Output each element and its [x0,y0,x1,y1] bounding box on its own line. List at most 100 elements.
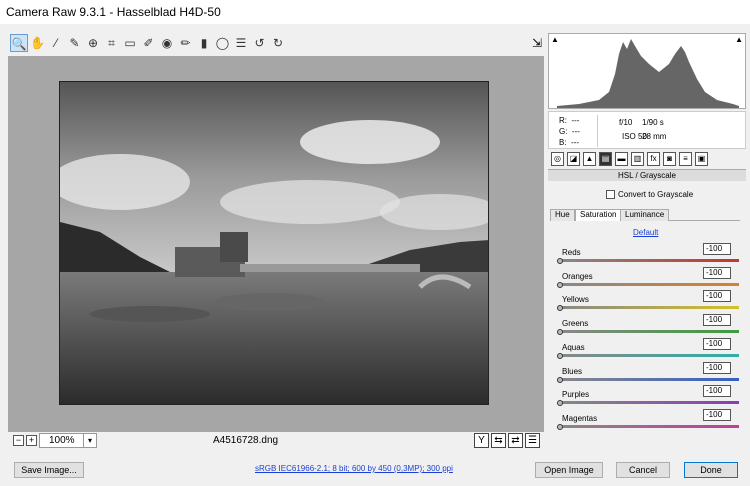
slider-value-input[interactable]: -100 [703,266,731,279]
tool-bar: 🔍 ✋ ⁄ ✎ ⊕ ⌗ ▭ ✐ ◉ ✏ ▮ ◯ ☰ ↺ ↻ ⇲ [8,33,544,55]
white-balance-icon[interactable]: ⁄ [47,34,65,52]
slider-value-input[interactable]: -100 [703,337,731,350]
fullscreen-icon[interactable]: ⇲ [528,34,546,52]
slider-value-input[interactable]: -100 [703,243,731,255]
slider-value-input[interactable]: -100 [703,361,731,374]
straighten-icon[interactable]: ▭ [121,34,139,52]
color-sampler-icon[interactable]: ✎ [66,34,84,52]
slider-track[interactable] [559,259,739,262]
tab-hue[interactable]: Hue [550,209,575,221]
histogram: ▲ ▲ [548,33,746,109]
crop-icon[interactable]: ⌗ [103,34,121,52]
slider-track[interactable] [559,401,739,405]
hand-icon[interactable]: ✋ [29,34,47,52]
r-label: R: [559,116,567,125]
zoom-icon[interactable]: 🔍 [10,34,28,52]
tab-saturation[interactable]: Saturation [575,209,622,221]
hsl-tab-icon[interactable]: ▤ [599,152,612,166]
split-toning-tab-icon[interactable]: ▬ [615,152,628,166]
slider-thumb[interactable] [557,329,563,336]
panel-tabs: ◎ ◪ ▲ ▤ ▬ ▥ fx ◙ ≡ ▣ [548,152,746,168]
workflow-options-link[interactable]: sRGB IEC61966-2.1; 8 bit; 600 by 450 (0,… [255,464,453,473]
slider-value-input[interactable]: -100 [703,408,731,421]
checkbox-box[interactable] [606,190,615,200]
file-name: A4516728.dng [213,435,279,446]
slider-value-input[interactable]: -100 [703,385,731,398]
camera-calibration-tab-icon[interactable]: ◙ [663,152,676,166]
toggle-settings-icon[interactable]: ⇆ [491,433,506,448]
aperture-value: f/10 [619,118,633,127]
bottom-bar: Save Image... sRGB IEC61966-2.1; 8 bit; … [0,455,750,486]
slider-track[interactable] [559,306,739,310]
b-label: B: [559,138,567,147]
slider-thumb[interactable] [557,376,563,383]
slider-thumb[interactable] [557,352,563,359]
g-value: --- [571,127,580,136]
info-divider [597,115,598,147]
slider-label: Magentas [562,413,598,423]
preview-status-bar: − + 100% ▾ A4516728.dng Y ⇆ ⇄ ☰ [8,432,544,450]
preview-prefs-icon[interactable]: ☰ [525,433,540,448]
photo-preview[interactable] [59,81,489,405]
tab-luminance[interactable]: Luminance [620,209,670,221]
slider-track[interactable] [559,424,739,428]
adjustment-brush-icon[interactable]: ✏ [177,34,195,52]
slider-thumb[interactable] [557,258,563,264]
slider-track[interactable] [559,282,739,286]
castle-landscape-image [60,82,488,404]
slider-thumb[interactable] [557,423,563,430]
chevron-down-icon[interactable]: ▾ [83,434,96,447]
slider-value-input[interactable]: -100 [703,314,731,327]
window-title: Camera Raw 9.3.1 - Hasselblad H4D-50 [6,5,221,19]
zoom-in-button[interactable]: + [26,435,37,446]
default-link[interactable]: Default [633,228,658,237]
zoom-level-select[interactable]: 100% ▾ [39,433,97,448]
slider-track[interactable] [559,377,739,381]
spot-removal-icon[interactable]: ✐ [140,34,158,52]
r-value: --- [571,116,580,125]
slider-label: Greens [562,319,589,329]
slider-label: Purples [562,390,590,400]
detail-tab-icon[interactable]: ▲ [583,152,596,166]
basic-tab-icon[interactable]: ◎ [551,152,564,166]
effects-tab-icon[interactable]: fx [647,152,660,166]
convert-to-grayscale-checkbox[interactable]: Convert to Grayscale [606,190,693,200]
slider-magentas[interactable]: Magentas -100 [557,408,741,438]
focal-length-value: 28 mm [642,132,667,141]
before-after-icon[interactable]: Y [474,433,489,448]
slider-track[interactable] [559,353,739,357]
cancel-button[interactable]: Cancel [616,462,670,478]
slider-track[interactable] [559,330,739,334]
slider-thumb[interactable] [557,305,563,312]
rotate-cw-icon[interactable]: ↻ [269,34,287,52]
save-image-button[interactable]: Save Image... [14,462,84,478]
histogram-graph [557,39,739,108]
title-bar: Camera Raw 9.3.1 - Hasselblad H4D-50 [0,0,750,24]
highlight-clipping-icon[interactable]: ▲ [735,35,743,44]
slider-label: Aquas [562,342,585,352]
red-eye-icon[interactable]: ◉ [158,34,176,52]
tone-curve-tab-icon[interactable]: ◪ [567,152,580,166]
rotate-ccw-icon[interactable]: ↺ [251,34,269,52]
lens-corrections-tab-icon[interactable]: ▥ [631,152,644,166]
presets-tab-icon[interactable]: ≡ [679,152,692,166]
slider-label: Blues [562,366,583,376]
slider-thumb[interactable] [557,400,563,407]
zoom-level-value: 100% [49,435,75,446]
panel-title: HSL / Grayscale [548,169,746,181]
swap-icon[interactable]: ⇄ [508,433,523,448]
radial-filter-icon[interactable]: ◯ [214,34,232,52]
zoom-out-button[interactable]: − [13,435,24,446]
graduated-filter-icon[interactable]: ▮ [195,34,213,52]
slider-label: Reds [562,248,581,257]
done-button[interactable]: Done [684,462,738,478]
snapshots-tab-icon[interactable]: ▣ [695,152,708,166]
info-panel: R: --- G: --- B: --- f/10 1/90 s ISO 50 … [548,111,746,149]
open-image-button[interactable]: Open Image [535,462,603,478]
preferences-icon[interactable]: ☰ [232,34,250,52]
slider-value-input[interactable]: -100 [703,290,731,303]
target-adjust-icon[interactable]: ⊕ [84,34,102,52]
slider-thumb[interactable] [557,281,563,288]
image-preview-area[interactable] [8,56,544,432]
shadow-clipping-icon[interactable]: ▲ [551,35,559,44]
